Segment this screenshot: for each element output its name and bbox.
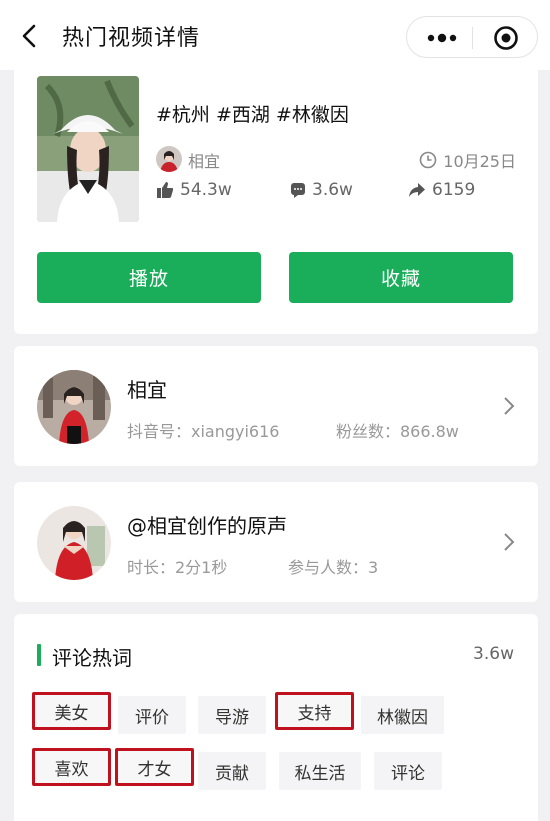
capsule-divider [472, 27, 473, 49]
author-mini-avatar [156, 146, 182, 172]
play-button[interactable]: 播放 [37, 252, 261, 303]
chevron-right-icon [504, 397, 515, 415]
author-row: 相宜 10月25日 [156, 146, 516, 174]
music-cover-avatar [37, 506, 111, 580]
thumbs-up-icon [157, 182, 174, 198]
publish-date: 10月25日 [419, 148, 516, 172]
share-arrow-icon [409, 183, 425, 197]
section-count: 3.6w [473, 644, 514, 664]
author-name[interactable]: 相宜 [188, 148, 220, 172]
music-duration: 时长：2分1秒 [127, 558, 228, 577]
hot-word-tag[interactable]: 支持 [275, 692, 354, 730]
video-hashtags: #杭州 #西湖 #林徽因 [156, 104, 349, 126]
section-accent-bar [37, 644, 41, 666]
chevron-right-icon [504, 533, 515, 551]
publish-date-text: 10月25日 [443, 152, 516, 171]
hot-word-tag[interactable]: 美女 [32, 692, 111, 730]
nav-bar: 热门视频详情 [0, 0, 550, 70]
shares-count: 6159 [432, 180, 476, 200]
music-participants: 参与人数：3 [288, 558, 379, 577]
hot-word-tag[interactable]: 喜欢 [32, 748, 111, 786]
video-cover-image[interactable] [37, 76, 139, 222]
more-dots-icon[interactable] [423, 25, 461, 51]
hot-word-tag[interactable]: 才女 [115, 748, 194, 786]
clock-icon [419, 151, 437, 169]
hot-word-tag[interactable]: 评价 [118, 696, 186, 734]
comment-hot-words-card: 评论热词 3.6w 美女 评价 导游 支持 林徽因 喜欢 才女 贡献 私生活 评… [14, 614, 538, 821]
hot-word-tag[interactable]: 私生活 [279, 752, 361, 790]
mini-program-capsule [406, 16, 538, 58]
target-icon[interactable] [493, 25, 519, 51]
user-name: 相宜 [127, 378, 167, 402]
back-arrow-icon[interactable] [18, 24, 42, 48]
likes-stat: 54.3w [156, 180, 232, 200]
collect-button[interactable]: 收藏 [289, 252, 513, 303]
comments-count: 3.6w [312, 180, 353, 200]
comments-stat: 3.6w [290, 180, 353, 200]
hot-word-tag[interactable]: 贡献 [198, 752, 266, 790]
user-avatar [37, 370, 111, 444]
section-title: 评论热词 [52, 646, 132, 670]
hot-word-tag[interactable]: 评论 [374, 752, 442, 790]
fans-count: 粉丝数：866.8w [336, 422, 459, 441]
music-card[interactable]: @相宜创作的原声 时长：2分1秒 参与人数：3 [14, 482, 538, 602]
video-card: #杭州 #西湖 #林徽因 相宜 10月25日 54.3w 3.6w 6159 播… [14, 62, 538, 334]
user-card[interactable]: 相宜 抖音号：xiangyi616 粉丝数：866.8w [14, 346, 538, 466]
hot-word-tag[interactable]: 导游 [198, 696, 266, 734]
shares-stat: 6159 [408, 180, 475, 200]
likes-count: 54.3w [180, 180, 232, 200]
douyin-id: 抖音号：xiangyi616 [127, 422, 280, 441]
page-title: 热门视频详情 [62, 26, 201, 51]
hot-word-tag[interactable]: 林徽因 [361, 696, 444, 734]
video-stats: 54.3w 3.6w 6159 [156, 180, 516, 204]
music-title: @相宜创作的原声 [127, 514, 287, 538]
comment-bubble-icon [291, 183, 305, 198]
